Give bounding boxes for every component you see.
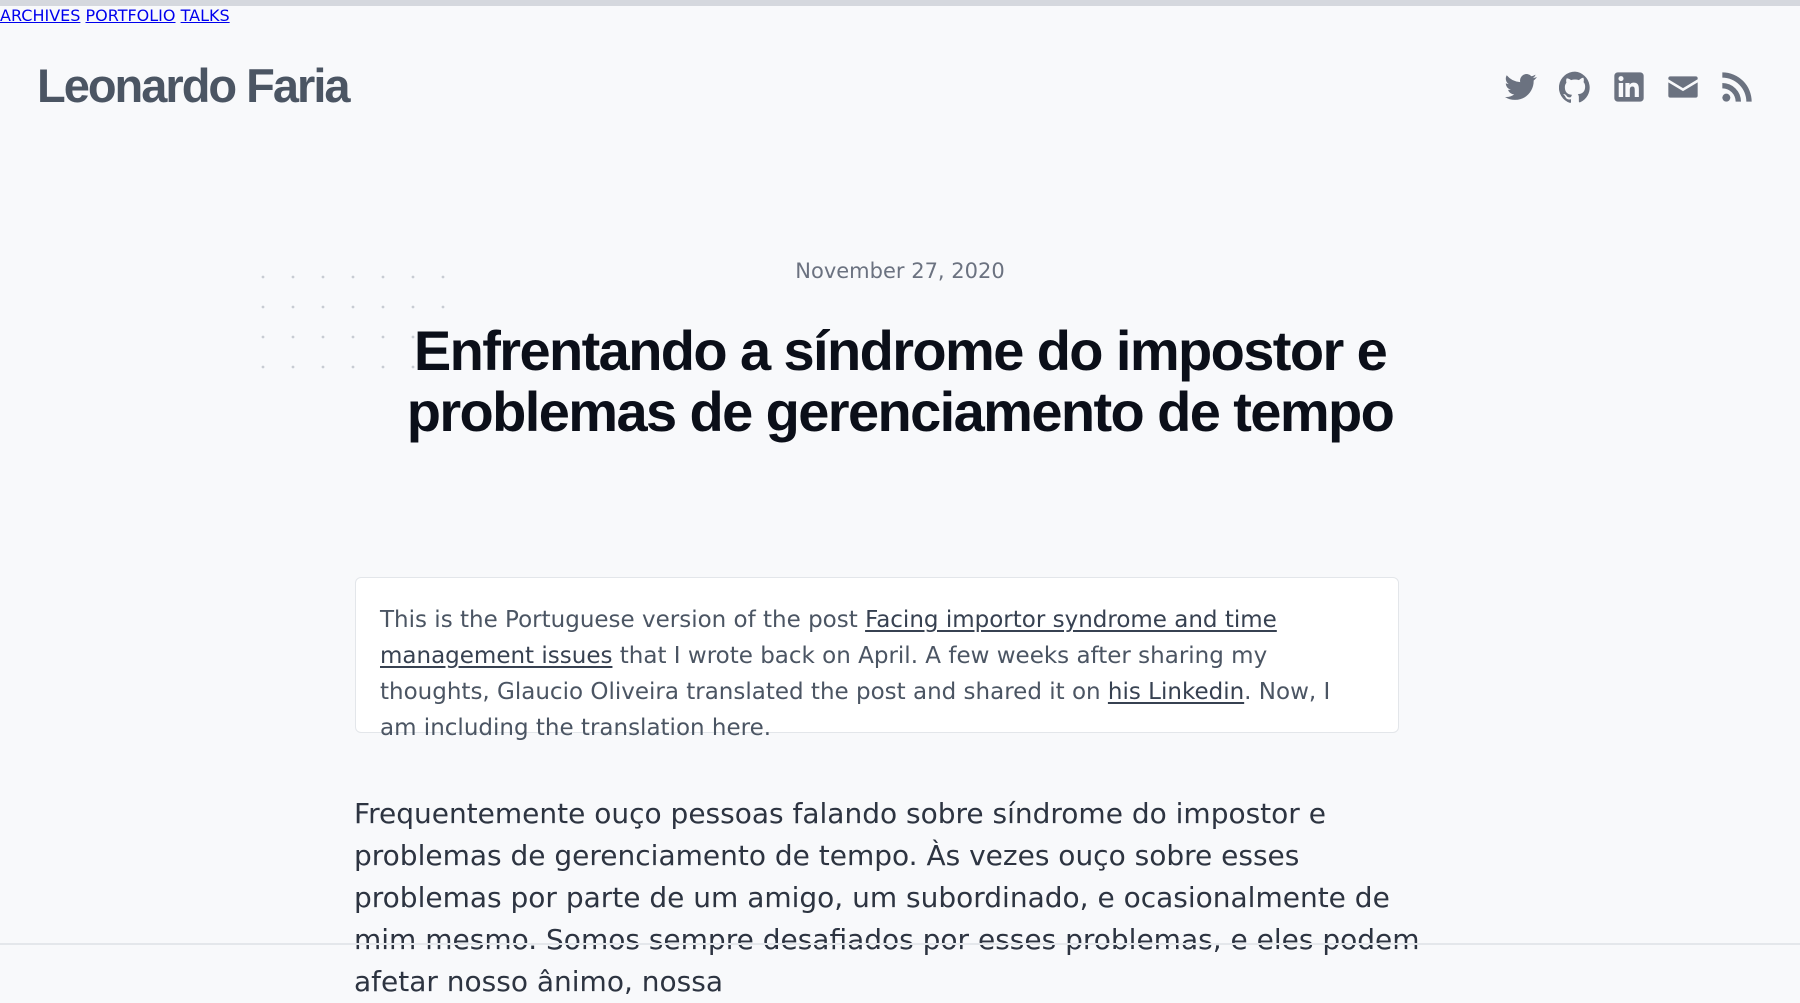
nav-talks-link[interactable]: TALKS	[181, 6, 230, 25]
github-icon[interactable]	[1559, 71, 1591, 103]
post-title-line-2: problemas de gerenciamento de tempo	[406, 380, 1395, 443]
site-header: Leonardo Faria ARCHIVES PORTFOLIO TALKS	[0, 6, 1800, 156]
linkedin-post-link[interactable]: his Linkedin	[1108, 679, 1244, 705]
social-links	[1505, 71, 1755, 103]
email-icon[interactable]	[1667, 71, 1699, 103]
post-paragraph: Frequentemente ouço pessoas falando sobr…	[354, 797, 1420, 998]
post-title-line-1: Enfrentando a síndrome do impostor e	[413, 319, 1388, 382]
main-nav: ARCHIVES PORTFOLIO TALKS	[0, 6, 1800, 25]
translation-note-box: This is the Portuguese version of the po…	[355, 577, 1399, 741]
post-title: Enfrentando a síndrome do impostor e pro…	[300, 320, 1500, 442]
rss-icon[interactable]	[1721, 71, 1753, 103]
nav-archives-link[interactable]: ARCHIVES	[0, 6, 80, 25]
twitter-icon[interactable]	[1505, 71, 1537, 103]
nav-portfolio-link[interactable]: PORTFOLIO	[86, 6, 176, 25]
note-text-1: This is the Portuguese version of the po…	[380, 607, 866, 633]
site-logo-link[interactable]: Leonardo Faria	[37, 58, 351, 113]
linkedin-icon[interactable]	[1613, 71, 1645, 103]
